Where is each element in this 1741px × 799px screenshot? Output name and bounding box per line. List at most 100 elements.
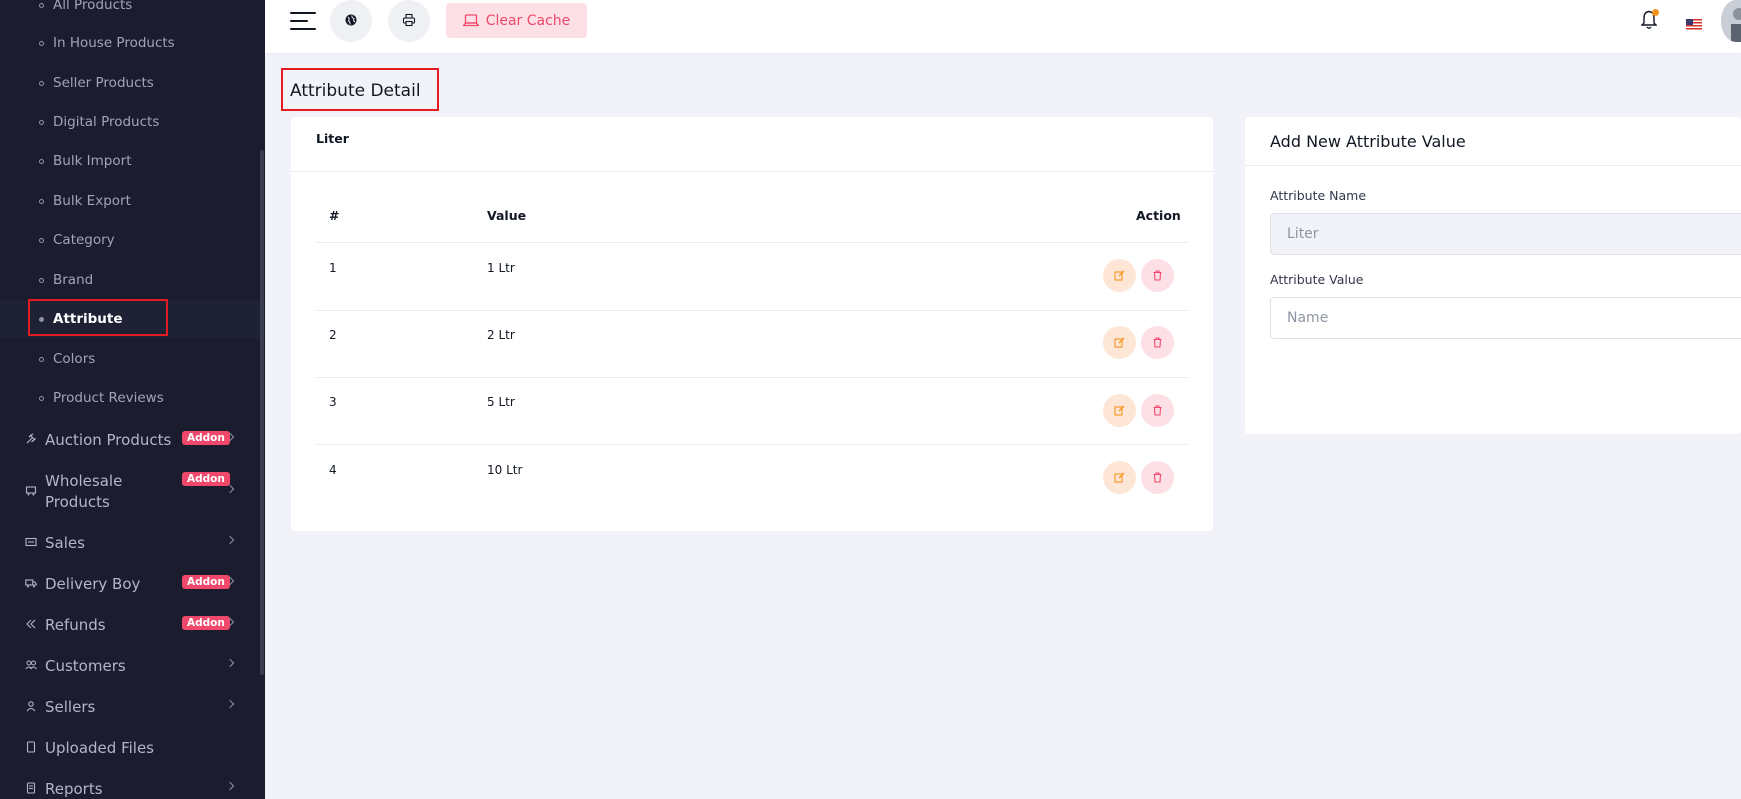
sidebar-item-sellers[interactable]: Sellers: [25, 697, 237, 718]
delete-button[interactable]: [1141, 259, 1174, 292]
sidebar-item-seller-products[interactable]: Seller Products: [39, 75, 154, 91]
row-number: 1: [329, 261, 337, 275]
menu-toggle-icon[interactable]: [290, 10, 316, 32]
bullet-icon: [39, 277, 44, 283]
attribute-value-field[interactable]: [1270, 297, 1741, 339]
bullet-icon: [39, 198, 44, 204]
bullet-icon: [39, 2, 44, 8]
topbar: Clear Cache: [265, 0, 1741, 53]
sidebar-item-label: Reports: [45, 780, 103, 798]
sidebar-item-reports[interactable]: Reports: [25, 779, 237, 799]
row-divider: [316, 242, 1188, 243]
delete-button[interactable]: [1141, 326, 1174, 359]
edit-button[interactable]: [1103, 394, 1136, 427]
gavel-icon: [25, 433, 37, 445]
sidebar-item-auction-products[interactable]: Auction Products Addon: [25, 430, 237, 451]
edit-button[interactable]: [1103, 326, 1136, 359]
sidebar-item-sales[interactable]: Sales: [25, 533, 237, 554]
sidebar-item-digital-products[interactable]: Digital Products: [39, 114, 159, 130]
sidebar-item-label: All Products: [53, 0, 133, 13]
browse-website-button[interactable]: [330, 0, 372, 42]
bullet-icon: [39, 356, 44, 362]
sidebar-item-in-house-products[interactable]: In House Products: [39, 35, 175, 51]
chevron-right-icon: [225, 484, 235, 494]
delete-button[interactable]: [1141, 461, 1174, 494]
column-header-action: Action: [1136, 208, 1181, 223]
bullet-icon: [39, 119, 44, 125]
report-icon: [25, 782, 37, 794]
print-button[interactable]: [388, 0, 430, 42]
sidebar-item-bulk-import[interactable]: Bulk Import: [39, 153, 131, 169]
row-divider: [316, 310, 1188, 311]
addon-badge: Addon: [182, 472, 230, 486]
refund-icon: [25, 618, 37, 630]
attribute-value-label: Attribute Value: [1270, 272, 1364, 287]
sidebar-item-label: In House Products: [53, 35, 175, 51]
us-flag-icon[interactable]: [1686, 15, 1702, 30]
sidebar-item-label: Colors: [53, 351, 96, 367]
sidebar: All Products In House Products Seller Pr…: [0, 0, 265, 799]
wholesale-cart-icon: [25, 484, 37, 496]
attribute-name-field[interactable]: [1270, 213, 1741, 255]
globe-icon: [344, 12, 358, 31]
sidebar-item-label: Digital Products: [53, 114, 160, 130]
row-divider: [316, 444, 1188, 445]
title-highlight-box: [281, 68, 439, 111]
trash-icon: [1152, 401, 1163, 420]
sidebar-item-label: Bulk Export: [53, 193, 131, 209]
row-value: 10 Ltr: [487, 463, 523, 477]
addon-badge: Addon: [182, 431, 230, 445]
row-value: 2 Ltr: [487, 328, 515, 342]
truck-icon: [25, 577, 37, 589]
column-header-number: #: [329, 208, 340, 223]
sidebar-item-label: Sales: [45, 534, 85, 552]
edit-icon: [1114, 333, 1125, 352]
attribute-name-heading: Liter: [316, 131, 349, 146]
sidebar-item-category[interactable]: Category: [39, 232, 115, 248]
bullet-icon: [39, 40, 44, 46]
avatar[interactable]: [1721, 0, 1741, 42]
edit-button[interactable]: [1103, 461, 1136, 494]
sales-icon: [25, 536, 37, 548]
sidebar-item-colors[interactable]: Colors: [39, 351, 95, 367]
row-number: 2: [329, 328, 337, 342]
row-divider: [316, 377, 1188, 378]
notifications-button[interactable]: [1640, 9, 1659, 34]
sidebar-scrollbar[interactable]: [260, 150, 264, 675]
sidebar-item-all-products[interactable]: All Products: [39, 0, 132, 13]
clear-cache-button[interactable]: Clear Cache: [446, 3, 587, 38]
sidebar-item-product-reviews[interactable]: Product Reviews: [39, 390, 164, 406]
sidebar-item-label: Customers: [45, 657, 126, 675]
clear-cache-label: Clear Cache: [485, 12, 571, 29]
trash-icon: [1152, 266, 1163, 285]
row-value: 5 Ltr: [487, 395, 515, 409]
sidebar-item-label: Bulk Import: [53, 153, 132, 169]
column-header-value: Value: [487, 208, 527, 223]
delete-button[interactable]: [1141, 394, 1174, 427]
sidebar-item-customers[interactable]: Customers: [25, 656, 237, 677]
sidebar-item-label: Category: [53, 232, 115, 248]
bullet-icon: [39, 395, 44, 401]
attribute-values-card: Liter # Value Action 1 1 Ltr 2 2 Ltr 3 5…: [291, 117, 1213, 531]
row-value: 1 Ltr: [487, 261, 515, 275]
sidebar-item-brand[interactable]: Brand: [39, 272, 93, 288]
bullet-icon: [39, 158, 44, 164]
sidebar-item-bulk-export[interactable]: Bulk Export: [39, 193, 131, 209]
sidebar-item-refunds[interactable]: Refunds Addon: [25, 615, 237, 636]
sidebar-item-label: Product Reviews: [53, 390, 164, 406]
bullet-icon: [39, 237, 44, 243]
sidebar-item-label: Uploaded Files: [45, 739, 154, 757]
sidebar-item-label: Wholesale Products: [45, 472, 123, 511]
laptop-icon: [462, 14, 479, 27]
addon-badge: Addon: [182, 575, 230, 589]
sidebar-item-uploaded-files[interactable]: Uploaded Files: [25, 738, 237, 759]
sidebar-item-wholesale-products[interactable]: Wholesale Products Addon: [25, 471, 237, 513]
sidebar-item-label: Seller Products: [53, 75, 154, 91]
row-number: 4: [329, 463, 337, 477]
edit-button[interactable]: [1103, 259, 1136, 292]
add-attribute-value-card: Add New Attribute Value Attribute Name A…: [1245, 117, 1741, 434]
edit-icon: [1114, 266, 1125, 285]
sidebar-item-delivery-boy[interactable]: Delivery Boy Addon: [25, 574, 237, 595]
trash-icon: [1152, 333, 1163, 352]
attribute-highlight-box: [28, 299, 168, 336]
